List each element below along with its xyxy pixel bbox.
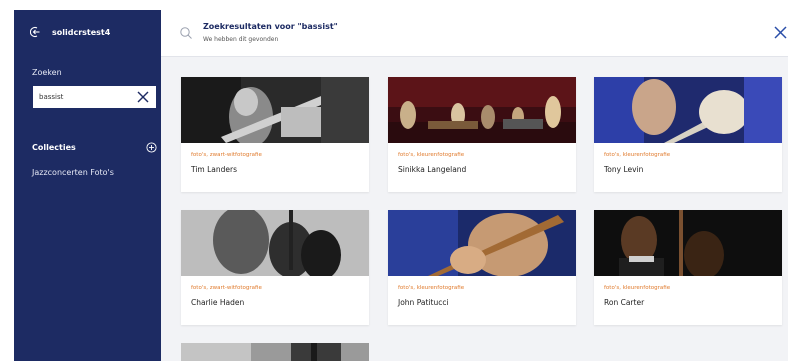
username: solidcrstest4 [52, 27, 111, 37]
result-card-partial[interactable] [181, 343, 369, 361]
sidebar: solidcrstest4 Zoeken bassist Collecties … [14, 10, 161, 361]
result-thumbnail[interactable] [181, 343, 369, 361]
result-name[interactable]: Ron Carter [604, 298, 644, 307]
search-label: Zoeken [32, 68, 62, 77]
result-category: foto's, zwart-witfotografie [191, 152, 262, 158]
user-row[interactable]: solidcrstest4 [30, 26, 110, 38]
result-thumbnail[interactable] [388, 210, 576, 276]
result-thumbnail[interactable] [594, 210, 782, 276]
results-grid: foto's, zwart-witfotografie Tim Landers … [161, 57, 788, 361]
result-card[interactable]: foto's, zwart-witfotografie Charlie Hade… [181, 210, 369, 325]
close-icon[interactable] [772, 24, 788, 40]
page-subtitle: We hebben dit gevonden [203, 36, 279, 43]
collections-header: Collecties [32, 142, 157, 153]
result-card[interactable]: foto's, kleurenfotografie John Patitucci [388, 210, 576, 325]
logout-icon[interactable] [30, 26, 42, 38]
search-input[interactable]: bassist [33, 86, 156, 108]
collection-item[interactable]: Jazzconcerten Foto's [32, 168, 114, 177]
result-thumbnail[interactable] [594, 77, 782, 143]
result-category: foto's, kleurenfotografie [398, 285, 465, 291]
result-card[interactable]: foto's, zwart-witfotografie Tim Landers [181, 77, 369, 192]
search-icon [180, 27, 192, 39]
result-name[interactable]: Tony Levin [604, 165, 643, 174]
result-card[interactable]: foto's, kleurenfotografie Ron Carter [594, 210, 782, 325]
result-name[interactable]: Charlie Haden [191, 298, 244, 307]
result-category: foto's, kleurenfotografie [604, 285, 671, 291]
collections-label: Collecties [32, 143, 76, 152]
result-thumbnail[interactable] [181, 210, 369, 276]
clear-search-close-icon[interactable] [136, 90, 150, 104]
result-category: foto's, zwart-witfotografie [191, 285, 262, 291]
result-thumbnail[interactable] [181, 77, 369, 143]
search-input-value[interactable]: bassist [39, 93, 136, 101]
result-name[interactable]: Tim Landers [191, 165, 237, 174]
result-name[interactable]: John Patitucci [398, 298, 449, 307]
result-name[interactable]: Sinikka Langeland [398, 165, 466, 174]
result-thumbnail[interactable] [388, 77, 576, 143]
plus-circle-icon[interactable] [146, 142, 157, 153]
result-card[interactable]: foto's, kleurenfotografie Sinikka Langel… [388, 77, 576, 192]
page-title: Zoekresultaten voor "bassist" [203, 22, 338, 31]
result-category: foto's, kleurenfotografie [604, 152, 671, 158]
result-card[interactable]: foto's, kleurenfotografie Tony Levin [594, 77, 782, 192]
result-category: foto's, kleurenfotografie [398, 152, 465, 158]
results-header: Zoekresultaten voor "bassist" We hebben … [161, 10, 788, 57]
